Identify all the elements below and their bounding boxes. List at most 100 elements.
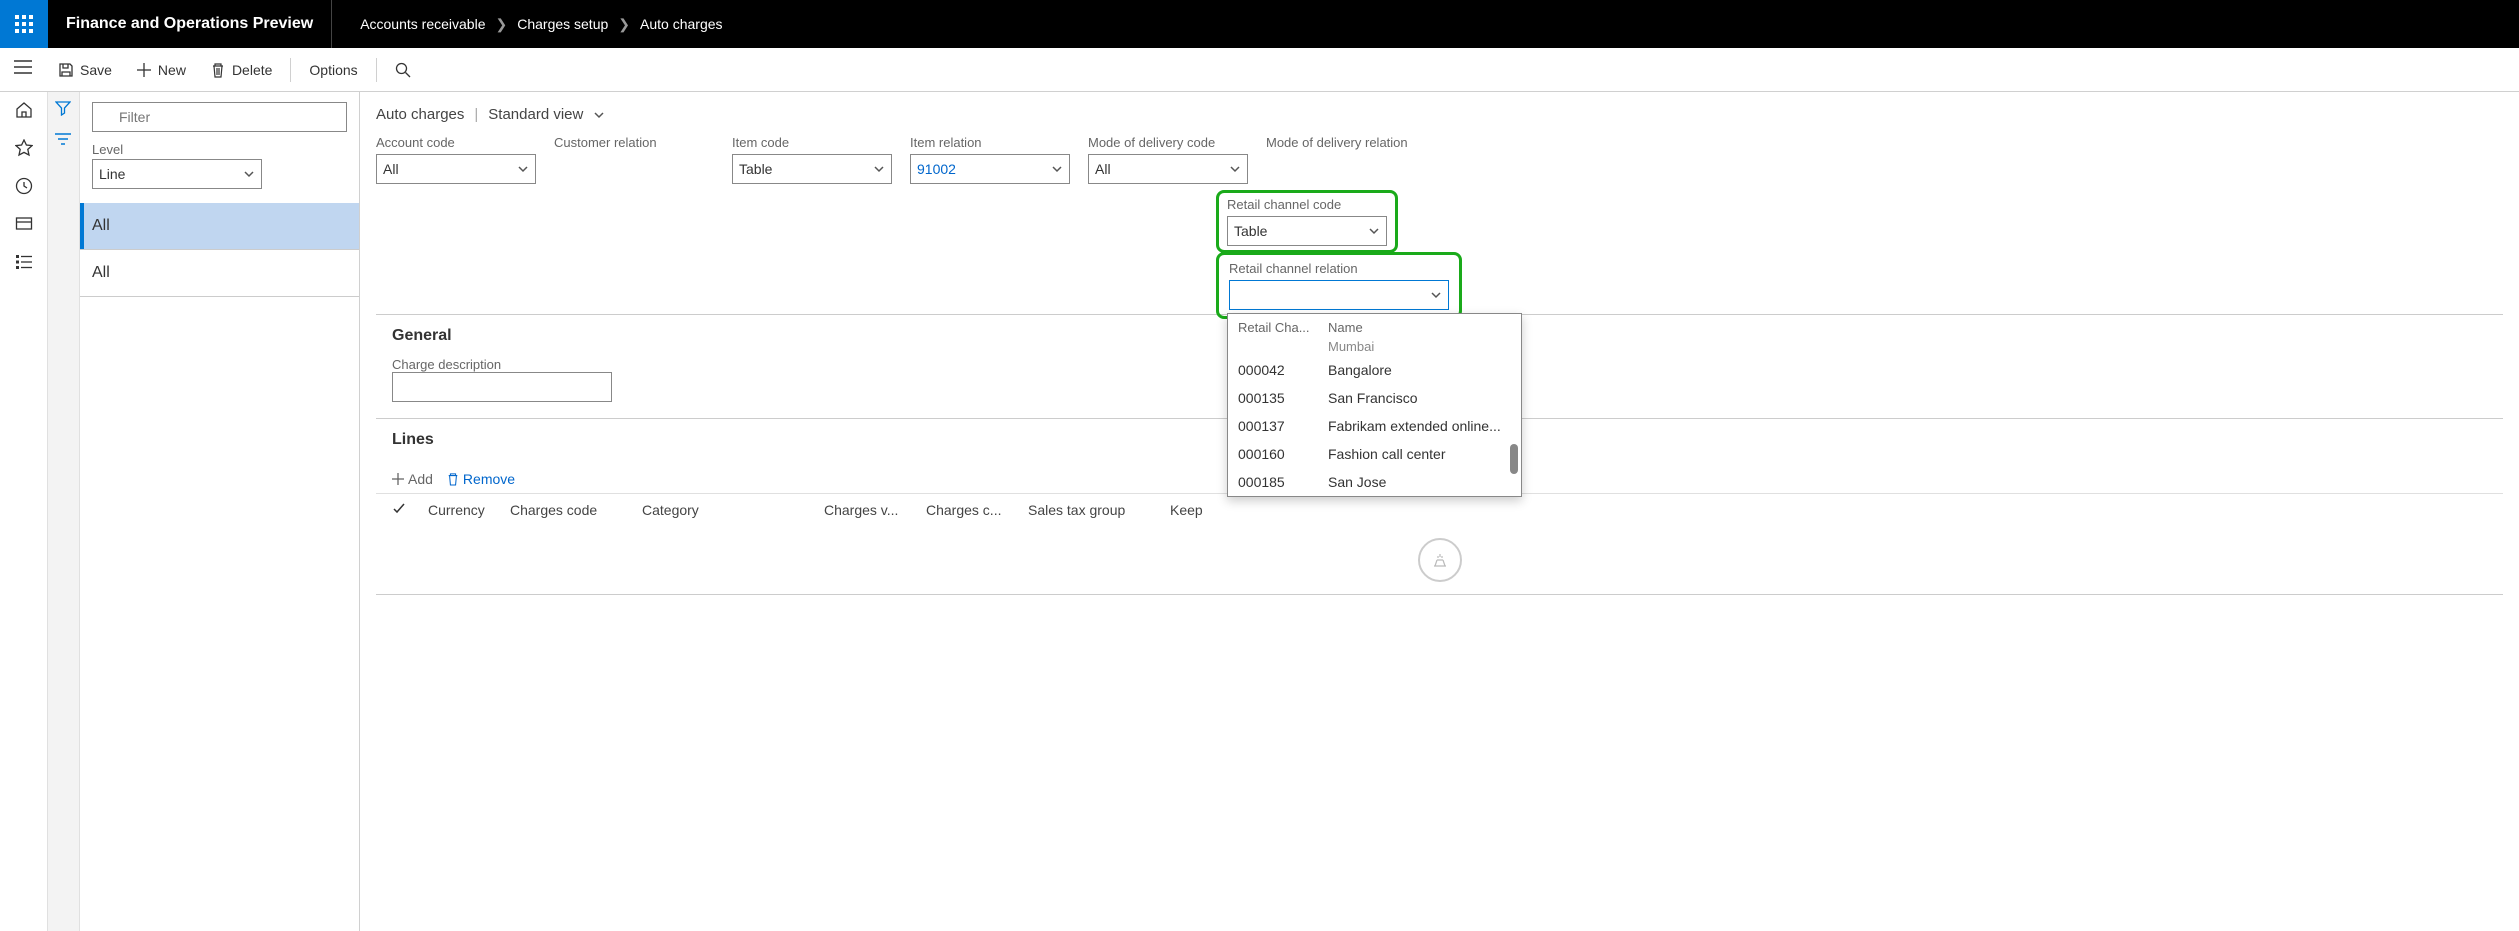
level-select[interactable]: Line	[92, 159, 262, 189]
star-icon[interactable]	[14, 138, 34, 158]
field-label: Mode of delivery code	[1088, 135, 1248, 150]
options-label: Options	[309, 62, 357, 78]
dropdown-cell-id: 000160	[1238, 446, 1328, 462]
filter-input[interactable]	[92, 102, 347, 132]
chevron-down-icon	[1229, 163, 1241, 175]
column-header[interactable]: Charges c...	[926, 502, 1016, 518]
field-value: 91002	[917, 161, 956, 177]
app-title: Finance and Operations Preview	[48, 0, 332, 48]
column-header[interactable]: Charges code	[510, 502, 630, 518]
highlight-retail-channel-code: Retail channel code Table	[1216, 190, 1398, 253]
retail-channel-code-select[interactable]: Table	[1227, 216, 1387, 246]
list-item[interactable]: All	[80, 203, 359, 249]
field-label: Customer relation	[554, 135, 714, 150]
dropdown-col-header: Retail Cha...	[1238, 320, 1328, 335]
trash-icon	[210, 62, 226, 78]
funnel-icon[interactable]	[55, 100, 73, 118]
action-toolbar: Save New Delete Options	[0, 48, 2519, 92]
trash-icon	[447, 472, 459, 486]
dropdown-cell-id: 000042	[1238, 362, 1328, 378]
charge-description-input[interactable]	[392, 372, 612, 402]
field-value: All	[383, 161, 399, 177]
field-value: Table	[1234, 223, 1267, 239]
filter-rail	[48, 92, 80, 931]
field-label: Item code	[732, 135, 892, 150]
page-header: Auto charges | Standard view	[376, 106, 2519, 123]
column-header[interactable]: Keep	[1170, 502, 1220, 518]
dropdown-row[interactable]: 000160Fashion call center	[1228, 440, 1521, 468]
dropdown-header: Retail Cha... Name	[1228, 314, 1521, 339]
app-launcher-icon[interactable]	[0, 0, 48, 48]
main-layout: Level Line All All Auto charges | Standa…	[0, 92, 2519, 931]
dropdown-cell-name: San Jose	[1328, 474, 1386, 490]
new-button[interactable]: New	[126, 56, 196, 84]
left-rail	[0, 92, 48, 931]
column-header[interactable]: Category	[642, 502, 812, 518]
save-button[interactable]: Save	[48, 56, 122, 84]
field-label: Retail channel code	[1227, 197, 1387, 212]
form-row: Account code All Customer relation Item …	[376, 135, 2519, 184]
add-line-button[interactable]: Add	[392, 471, 433, 487]
breadcrumb-item[interactable]: Accounts receivable	[360, 16, 485, 32]
column-header[interactable]: Charges v...	[824, 502, 914, 518]
dropdown-row[interactable]: 000042Bangalore	[1228, 356, 1521, 384]
check-column[interactable]	[392, 502, 416, 518]
modules-icon[interactable]	[14, 252, 34, 272]
account-code-select[interactable]: All	[376, 154, 536, 184]
level-label: Level	[92, 142, 347, 157]
item-code-select[interactable]: Table	[732, 154, 892, 184]
dropdown-row[interactable]: 000135San Francisco	[1228, 384, 1521, 412]
list-item-label: All	[92, 217, 110, 234]
sidebar: Level Line All All	[80, 92, 360, 931]
field-value: All	[1095, 161, 1111, 177]
list-filter-icon[interactable]	[55, 132, 73, 150]
chevron-down-icon[interactable]	[593, 109, 605, 121]
search-button[interactable]	[385, 56, 421, 84]
remove-line-button[interactable]: Remove	[447, 471, 515, 487]
home-icon[interactable]	[14, 100, 34, 120]
scrollbar-thumb[interactable]	[1510, 444, 1518, 474]
options-button[interactable]: Options	[299, 56, 367, 84]
field-label: Item relation	[910, 135, 1070, 150]
retail-channel-dropdown[interactable]: Retail Cha... Name .Mumbai 000042Bangalo…	[1227, 313, 1522, 497]
dropdown-cell-id: 000137	[1238, 418, 1328, 434]
chevron-right-icon: ❯	[618, 16, 630, 33]
empty-state	[376, 526, 2503, 594]
mode-delivery-relation-input[interactable]	[1266, 154, 1426, 184]
search-icon	[395, 62, 411, 78]
save-label: Save	[80, 62, 112, 78]
chevron-down-icon	[517, 163, 529, 175]
column-header[interactable]: Currency	[428, 502, 498, 518]
divider	[80, 296, 359, 297]
recent-icon[interactable]	[14, 176, 34, 196]
dropdown-cutoff-name: Mumbai	[1328, 339, 1374, 354]
breadcrumb-item[interactable]: Charges setup	[517, 16, 608, 32]
delete-button[interactable]: Delete	[200, 56, 282, 84]
workspace-icon[interactable]	[14, 214, 34, 234]
customer-relation-input[interactable]	[554, 154, 714, 184]
dropdown-row[interactable]: 000185San Jose	[1228, 468, 1521, 496]
dropdown-row[interactable]: 000137Fabrikam extended online...	[1228, 412, 1521, 440]
retail-channel-relation-select[interactable]	[1229, 280, 1449, 310]
mode-delivery-code-select[interactable]: All	[1088, 154, 1248, 184]
item-relation-select[interactable]: 91002	[910, 154, 1070, 184]
dropdown-cell-name: Fashion call center	[1328, 446, 1446, 462]
view-name[interactable]: Standard view	[488, 106, 583, 123]
list-item-label: All	[92, 264, 110, 281]
chevron-down-icon	[1051, 163, 1063, 175]
chevron-down-icon	[1430, 289, 1442, 301]
page-title: Auto charges	[376, 106, 464, 123]
column-header[interactable]: Sales tax group	[1028, 502, 1158, 518]
delete-label: Delete	[232, 62, 272, 78]
dropdown-cell-name: San Francisco	[1328, 390, 1417, 406]
field-label: Retail channel relation	[1229, 261, 1449, 276]
save-icon	[58, 62, 74, 78]
breadcrumb-item[interactable]: Auto charges	[640, 16, 723, 32]
separator: |	[474, 106, 478, 123]
highlight-retail-channel-relation: Retail channel relation Retail Cha... Na…	[1216, 252, 1462, 319]
separator	[290, 58, 291, 82]
hamburger-icon[interactable]	[14, 60, 32, 74]
new-label: New	[158, 62, 186, 78]
list-item[interactable]: All	[80, 250, 359, 296]
dropdown-col-header: Name	[1328, 320, 1363, 335]
